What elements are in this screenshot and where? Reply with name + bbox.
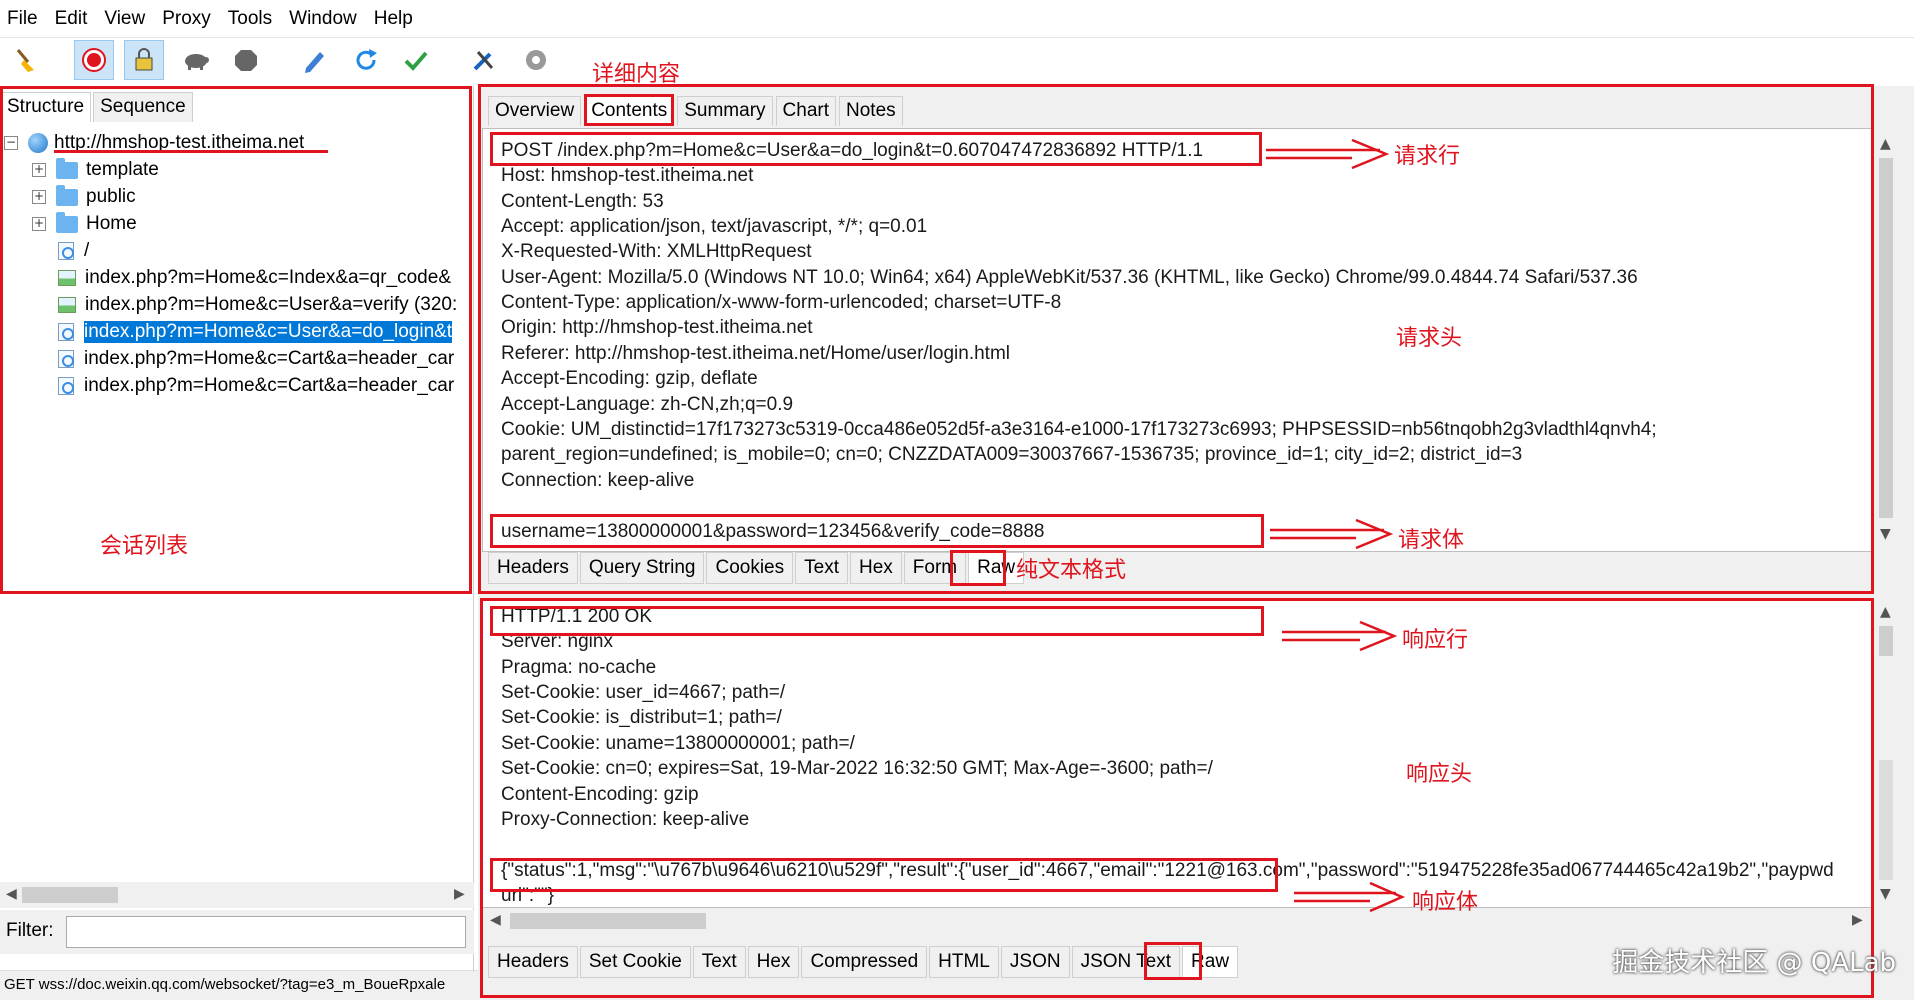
annotation-arrows [1266,138,1406,913]
watermark: 掘金技术社区 @ QALab [1612,948,1896,978]
arrow-icon [1351,138,1390,170]
arrow-icon [1355,518,1394,550]
arrow-icon [1359,620,1398,652]
arrow-icon [1369,881,1406,913]
